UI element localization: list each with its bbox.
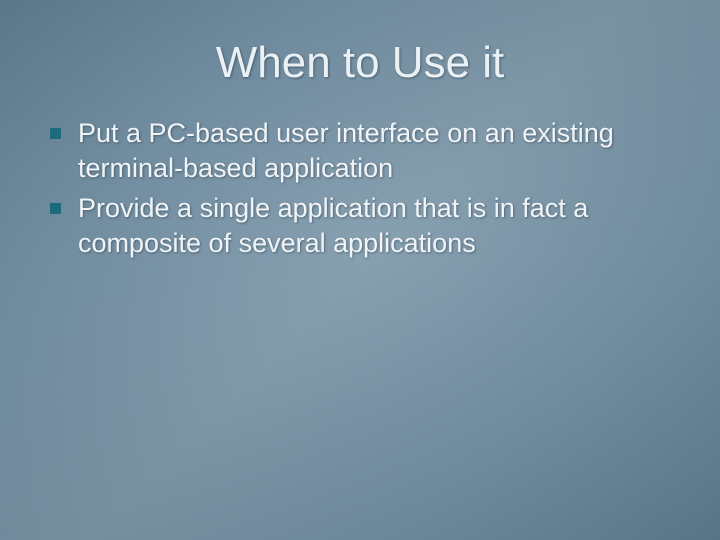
bullet-text: Put a PC-based user interface on an exis… [78,118,614,183]
slide: When to Use it Put a PC-based user inter… [0,0,720,540]
bullet-text: Provide a single application that is in … [78,193,588,258]
slide-title: When to Use it [32,38,688,88]
square-bullet-icon [50,128,61,139]
bullet-list: Put a PC-based user interface on an exis… [32,116,688,260]
square-bullet-icon [50,203,61,214]
list-item: Provide a single application that is in … [40,191,688,260]
list-item: Put a PC-based user interface on an exis… [40,116,688,185]
